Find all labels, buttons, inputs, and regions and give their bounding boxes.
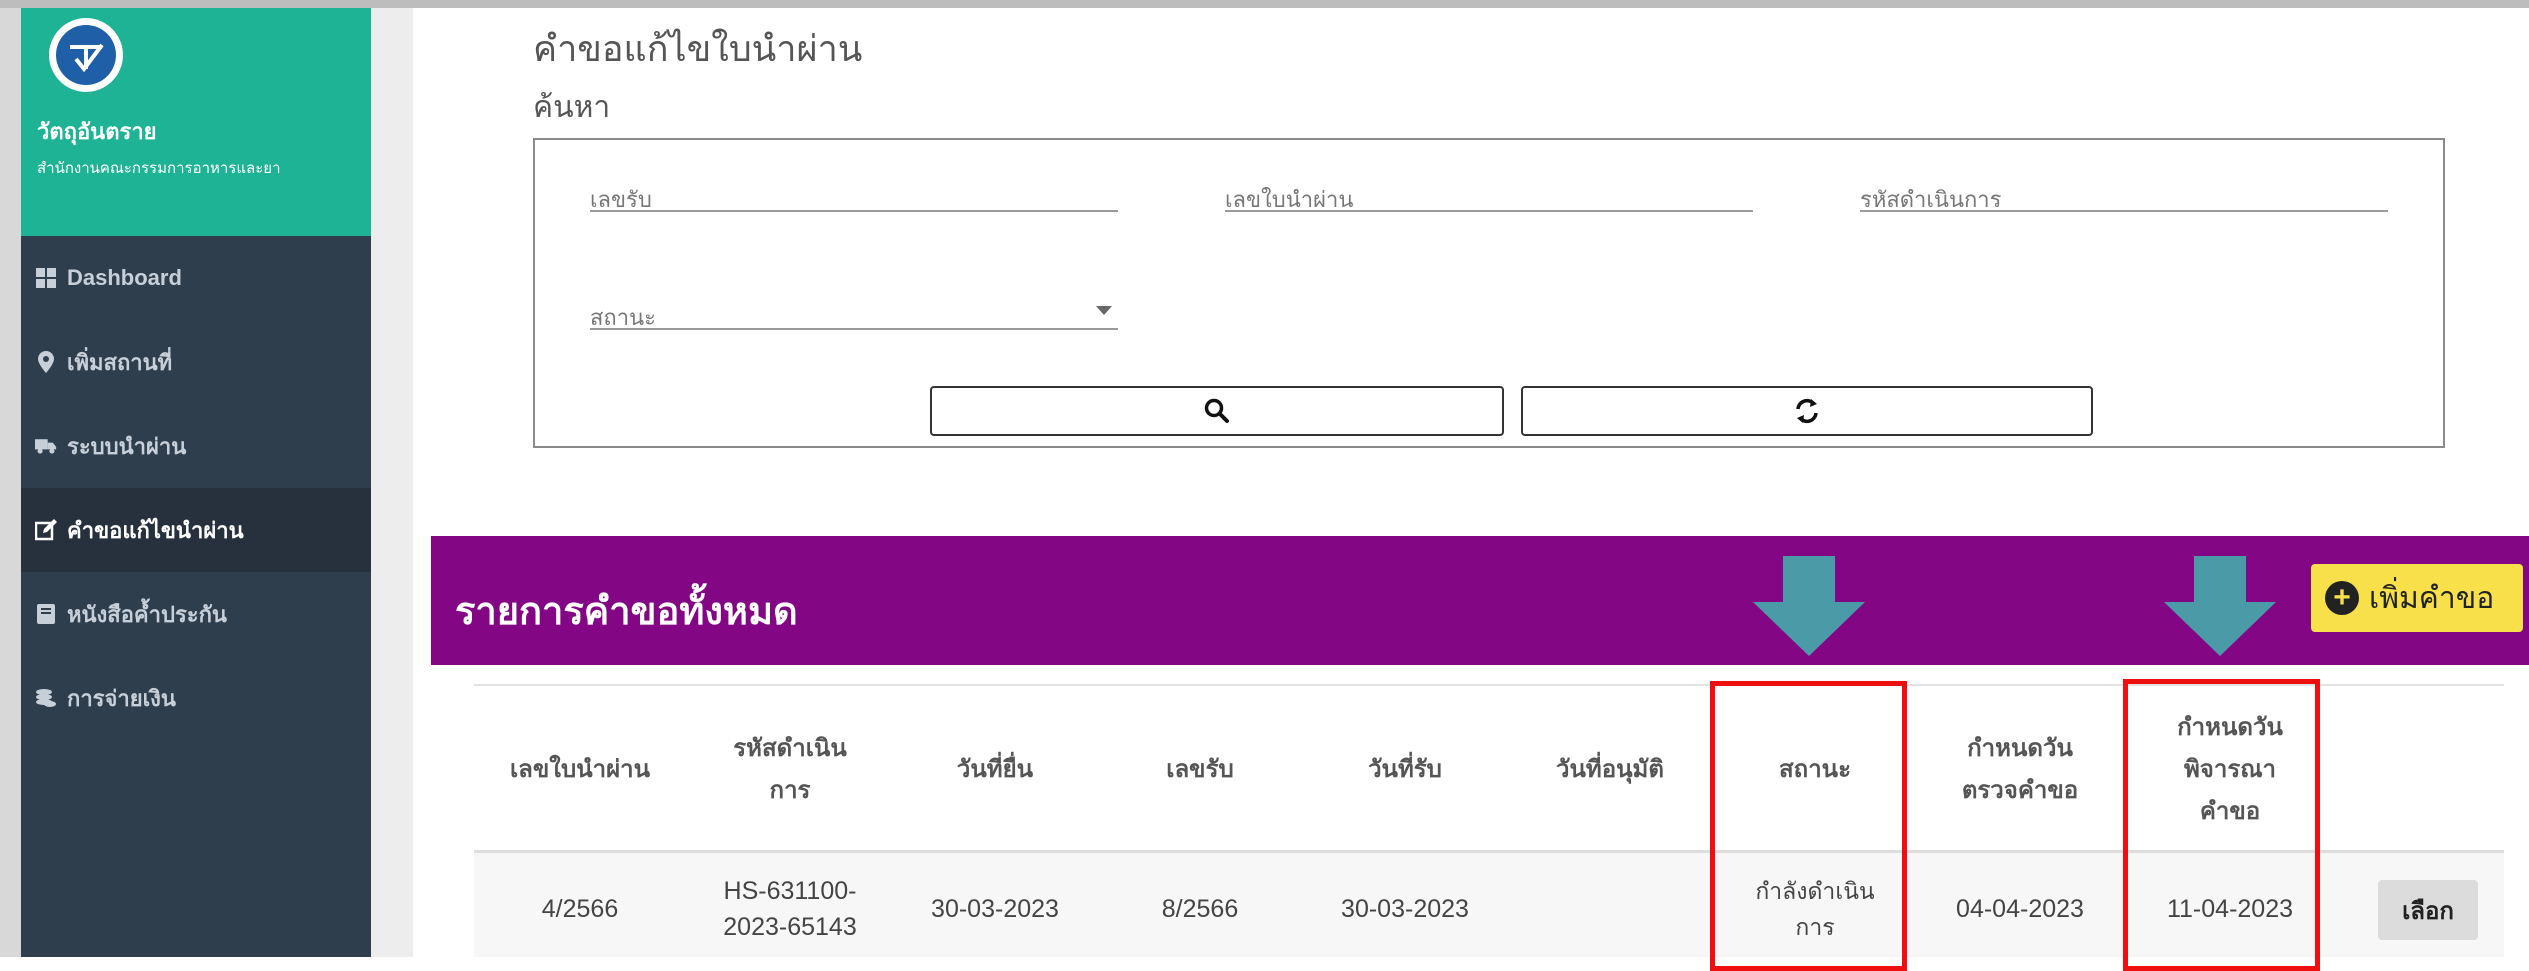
search-panel: เลขรับ เลขใบนำผ่าน รหัสดำเนินการ สถานะ: [533, 138, 2445, 448]
sidebar: วัตถุอันตราย สำนักงานคณะกรรมการอาหารและย…: [21, 8, 371, 957]
select-button[interactable]: เลือก: [2378, 880, 2478, 940]
sidebar-item-guarantee-letter[interactable]: หนังสือค้ำประกัน: [21, 572, 371, 656]
column-header-approve-date[interactable]: วันที่อนุมัติ: [1520, 690, 1700, 850]
cell-receipt-no: 8/2566: [1161, 895, 1239, 923]
request-list-title: รายการคำขอทั้งหมด: [455, 591, 798, 633]
status-select[interactable]: สถานะ: [590, 284, 1118, 330]
page-title: คำขอแก้ไขใบนำผ่าน: [533, 28, 863, 69]
column-header-operation-code[interactable]: รหัสดำเนิน การ: [700, 690, 880, 850]
cell-permit-no: 4/2566: [541, 895, 619, 923]
column-header-permit-no[interactable]: เลขใบนำผ่าน: [480, 690, 680, 850]
cell-submit-date: 30-03-2023: [931, 895, 1059, 923]
search-icon: [1204, 398, 1229, 423]
truck-icon: [35, 435, 57, 457]
dashboard-icon: [35, 267, 57, 289]
search-section-title: ค้นหา: [533, 91, 611, 124]
plus-circle-icon: +: [2325, 581, 2359, 615]
window-top-edge: [0, 0, 2529, 8]
sidebar-item-payment[interactable]: การจ่ายเงิน: [21, 656, 371, 740]
sidebar-item-edit-request[interactable]: คำขอแก้ไขนำผ่าน: [21, 488, 371, 572]
receipt-no-field[interactable]: เลขรับ: [590, 166, 1118, 212]
cell-receipt-date: 30-03-2023: [1341, 895, 1469, 923]
status-column-highlight: [1710, 681, 1907, 971]
sidebar-item-transit-system[interactable]: ระบบนำผ่าน: [21, 404, 371, 488]
window-left-edge: [0, 8, 21, 957]
refresh-icon: [1796, 398, 1818, 424]
brand-title: วัตถุอันตราย: [37, 119, 157, 144]
logo-icon: [49, 18, 123, 92]
brand-subtitle: สำนักงานคณะกรรมการอาหารและยา: [37, 160, 281, 177]
column-header-submit-date[interactable]: วันที่ยื่น: [905, 690, 1085, 850]
consider-due-column-highlight: [2123, 679, 2320, 971]
cell-approve-date: [1510, 864, 1710, 954]
sidebar-item-label: Dashboard: [67, 265, 182, 290]
brand-header: วัตถุอันตราย สำนักงานคณะกรรมการอาหารและย…: [21, 8, 371, 236]
column-header-check-due[interactable]: กำหนดวัน ตรวจคำขอ: [1925, 690, 2115, 850]
content-gutter: [371, 8, 413, 957]
chevron-down-icon: [1096, 306, 1112, 315]
permit-no-field[interactable]: เลขใบนำผ่าน: [1225, 166, 1753, 212]
cell-check-due: 04-04-2023: [1956, 895, 2084, 923]
operation-code-field[interactable]: รหัสดำเนินการ: [1860, 166, 2388, 212]
status-select-label: สถานะ: [590, 305, 656, 330]
sidebar-item-label: หนังสือค้ำประกัน: [67, 601, 227, 627]
column-header-receipt-no[interactable]: เลขรับ: [1110, 690, 1290, 850]
column-header-receipt-date[interactable]: วันที่รับ: [1315, 690, 1495, 850]
sidebar-item-add-location[interactable]: เพิ่มสถานที่: [21, 320, 371, 404]
add-request-button[interactable]: + เพิ่มคำขอ: [2311, 564, 2523, 632]
coins-icon: [35, 687, 57, 709]
add-request-label: เพิ่มคำขอ: [2369, 581, 2495, 615]
sidebar-item-label: ระบบนำผ่าน: [67, 433, 187, 459]
book-icon: [35, 603, 57, 625]
sidebar-item-label: เพิ่มสถานที่: [67, 349, 173, 375]
sidebar-item-label: คำขอแก้ไขนำผ่าน: [67, 517, 244, 543]
annotation-arrow-down-icon: [1753, 556, 1865, 656]
reset-button[interactable]: [1521, 386, 2093, 436]
request-list-header: รายการคำขอทั้งหมด + เพิ่มคำขอ: [431, 536, 2529, 665]
map-marker-icon: [35, 351, 57, 373]
cell-operation-code: HS-631100- 2023-65143: [723, 877, 857, 941]
sidebar-item-dashboard[interactable]: Dashboard: [21, 236, 371, 320]
search-button[interactable]: [930, 386, 1504, 436]
sidebar-item-label: การจ่ายเงิน: [67, 685, 176, 711]
annotation-arrow-down-icon: [2164, 556, 2276, 656]
edit-icon: [35, 519, 57, 541]
